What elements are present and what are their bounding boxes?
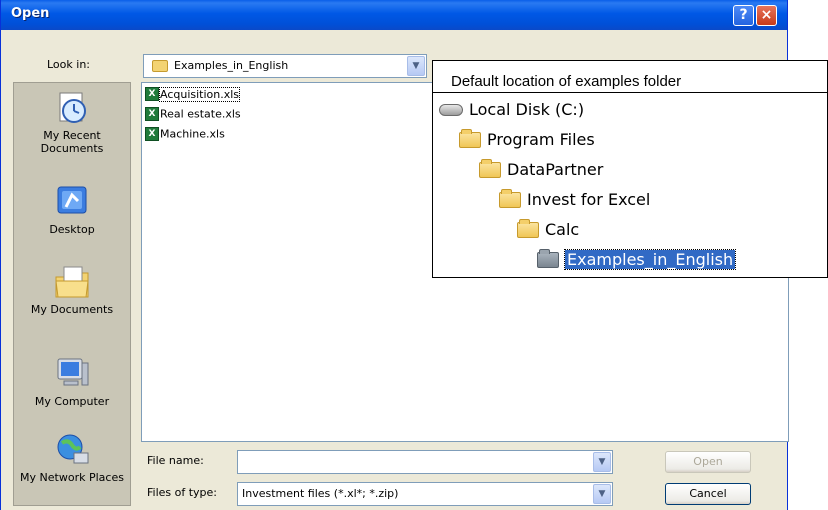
places-bar: My Recent Documents Desktop My Documents [13,82,131,506]
file-name-label: File name: [147,454,204,467]
place-label: My Computer [34,395,110,408]
place-label: My Network Places [20,471,124,484]
desktop-icon [57,186,87,214]
excel-file-icon: X [145,87,159,101]
open-button[interactable]: Open [665,451,751,473]
file-type-value: Investment files (*.xl*; *.zip) [242,487,399,500]
excel-file-icon: X [145,107,159,121]
chevron-down-icon[interactable]: ▼ [593,452,611,472]
folder-icon [459,128,481,148]
file-item-machine[interactable]: X Machine.xls [145,127,225,143]
tree-item-examples-in-english[interactable]: Examples_in_English [537,248,737,273]
file-name-text: Real estate.xls [160,107,241,121]
tree-item-label: Examples_in_English [563,249,737,270]
folder-icon [537,248,559,268]
look-in-value: Examples_in_English [174,59,289,72]
my-documents-icon [55,266,89,298]
tree-item-label: Invest for Excel [527,190,651,209]
tree-item-calc[interactable]: Calc [517,218,580,243]
place-desktop[interactable]: Desktop [14,183,130,236]
chevron-down-icon[interactable]: ▼ [593,484,611,504]
tree-item-datapartner[interactable]: DataPartner [479,158,604,183]
close-icon: × [760,7,773,23]
excel-file-icon: X [145,127,159,141]
place-my-documents[interactable]: My Documents [14,263,130,316]
hard-disk-icon [439,103,463,116]
callout-title: Default location of examples folder [451,73,682,90]
place-network-places[interactable]: My Network Places [14,431,130,484]
place-label: My Recent Documents [40,129,104,155]
file-item-real-estate[interactable]: X Real estate.xls [145,107,241,123]
window-title: Open [11,6,50,21]
help-button[interactable]: ? [733,5,754,26]
file-type-dropdown[interactable]: Investment files (*.xl*; *.zip) ▼ [237,482,613,506]
help-icon: ? [739,7,748,23]
tree-item-label: Program Files [487,130,595,149]
tree-item-invest-for-excel[interactable]: Invest for Excel [499,188,651,213]
look-in-dropdown[interactable]: Examples_in_English ▼ [143,54,427,78]
tree-item-local-disk[interactable]: Local Disk (C:) [439,99,584,123]
title-bar[interactable]: Open ? × [1,0,787,30]
file-item-acquisition[interactable]: X Acquisition.xls [145,86,241,103]
place-my-computer[interactable]: My Computer [14,355,130,408]
folder-icon [152,60,168,72]
callout-header: Default location of examples folder [433,61,827,93]
chevron-down-icon[interactable]: ▼ [407,56,425,76]
place-recent-documents[interactable]: My Recent Documents [14,89,130,155]
folder-icon [479,158,501,178]
place-label: Desktop [49,223,95,236]
close-button[interactable]: × [756,5,777,26]
tree-item-program-files[interactable]: Program Files [459,128,595,153]
file-name-input[interactable]: ▼ [237,450,613,474]
default-location-callout: Default location of examples folder Loca… [432,60,828,278]
tree-item-label: DataPartner [507,160,604,179]
tree-item-label: Calc [545,220,580,239]
folder-icon [499,188,521,208]
folder-icon [517,218,539,238]
recent-documents-icon [59,92,86,123]
cancel-button[interactable]: Cancel [665,483,751,505]
my-computer-icon [57,358,89,386]
file-name-text: Machine.xls [160,127,225,141]
tree-item-label: Local Disk (C:) [469,100,585,119]
place-label: My Documents [30,303,114,316]
file-name-text: Acquisition.xls [158,86,241,102]
look-in-label: Look in: [47,58,90,71]
network-places-icon [57,434,89,464]
file-type-label: Files of type: [147,486,218,499]
